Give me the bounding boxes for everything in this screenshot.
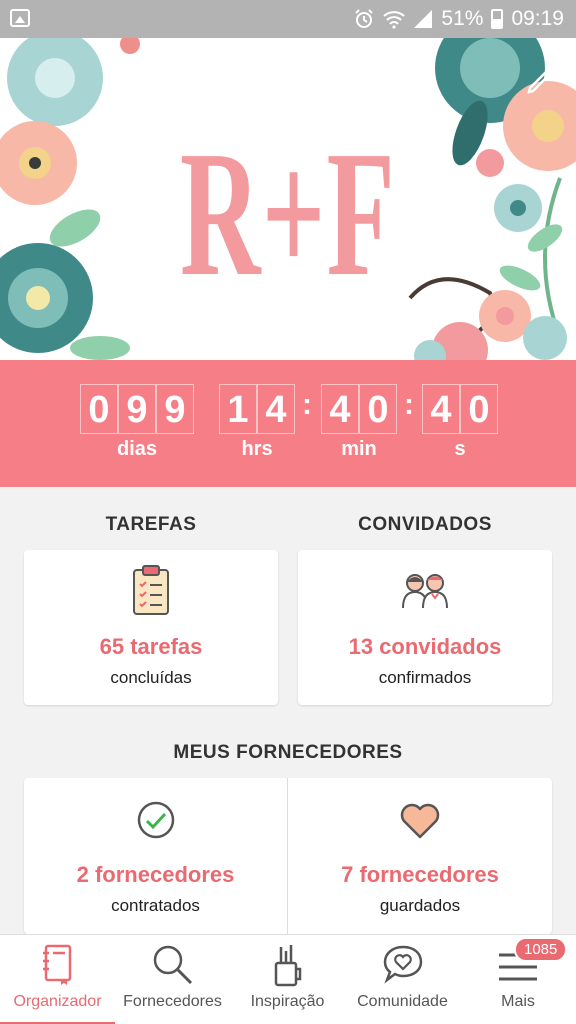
clipboard-checklist-icon	[133, 565, 169, 615]
wifi-icon	[383, 11, 406, 29]
countdown-digit: 4	[257, 384, 295, 434]
status-bar: 51% 09:19	[0, 0, 576, 38]
nav-label: Mais	[501, 993, 535, 1010]
battery-icon	[491, 9, 504, 29]
check-circle-icon	[137, 801, 174, 839]
nav-item-organizador[interactable]: Organizador	[0, 935, 115, 1024]
battery-percent: 51%	[441, 7, 484, 30]
countdown-digit: 9	[118, 384, 156, 434]
guests-status: confirmados	[378, 668, 472, 687]
nav-label: Organizador	[13, 993, 102, 1010]
guests-card-text: 13 convidados confirmados	[298, 634, 552, 688]
vendors-hired-panel[interactable]: 2 fornecedores contratados	[24, 778, 287, 934]
image-notification-icon	[10, 9, 30, 27]
nav-label: Inspiração	[250, 993, 325, 1010]
countdown-digit: 0	[359, 384, 397, 434]
nav-item-comunidade[interactable]: Comunidade	[345, 935, 460, 1024]
wedding-header-banner: R+F	[0, 38, 576, 360]
tasks-card-text: 65 tarefas concluídas	[24, 634, 278, 688]
vendors-saved-status: guardados	[379, 896, 461, 915]
countdown-digit: 0	[460, 384, 498, 434]
vendors-hired-count: 2 fornecedores	[76, 862, 235, 887]
countdown-digit: 4	[321, 384, 359, 434]
vendors-card: 2 fornecedores contratados 7 fornecedore…	[24, 778, 552, 934]
countdown-seconds: 4 0	[422, 384, 498, 434]
couple-monogram: R+F	[179, 114, 397, 313]
nav-label: Comunidade	[357, 993, 448, 1010]
vendors-saved-count: 7 fornecedores	[341, 862, 499, 887]
vendors-saved-panel[interactable]: 7 fornecedores guardados	[288, 778, 552, 934]
countdown-minutes: 4 0	[321, 384, 397, 434]
vendors-section-title: MEUS FORNECEDORES	[173, 742, 403, 763]
nav-item-fornecedores[interactable]: Fornecedores	[115, 935, 230, 1024]
countdown-hours: 1 4	[219, 384, 295, 434]
vendors-saved-text: 7 fornecedores guardados	[288, 862, 552, 916]
countdown-days: 0 9 9	[80, 384, 194, 434]
countdown-label-days: dias	[116, 438, 158, 460]
pencil-cup-icon	[274, 945, 301, 987]
tasks-card[interactable]: 65 tarefas concluídas	[24, 550, 278, 705]
countdown-digit: 1	[219, 384, 257, 434]
tasks-section-title: TAREFAS	[105, 514, 197, 535]
tasks-count: 65 tarefas	[99, 634, 203, 659]
clock: 09:19	[511, 7, 564, 30]
nav-label: Fornecedores	[123, 993, 222, 1010]
notification-badge: 1085	[514, 937, 568, 962]
guests-section-title: CONVIDADOS	[358, 514, 492, 535]
alarm-icon	[355, 9, 374, 28]
status-icons: 51% 09:19	[353, 6, 564, 32]
notebook-icon	[42, 944, 71, 985]
guests-card[interactable]: 13 convidados confirmados	[298, 550, 552, 705]
countdown-digit: 9	[156, 384, 194, 434]
countdown-separator: :	[302, 388, 312, 421]
countdown-digit: 0	[80, 384, 118, 434]
countdown-digit: 4	[422, 384, 460, 434]
edit-pencil-icon[interactable]	[525, 68, 553, 96]
search-icon	[153, 945, 192, 985]
heart-icon	[400, 803, 440, 839]
countdown-label-seconds: s	[454, 438, 466, 460]
wedding-countdown: 0 9 9 1 4 : 4 0 : 4 0 dias hrs min s	[0, 360, 576, 487]
vendors-hired-status: contratados	[111, 896, 200, 915]
guests-count: 13 convidados	[348, 634, 502, 659]
couple-icon	[402, 574, 448, 609]
tasks-status: concluídas	[110, 668, 192, 687]
countdown-separator: :	[404, 388, 414, 421]
countdown-label-minutes: min	[341, 438, 377, 460]
nav-item-inspiracao[interactable]: Inspiração	[230, 935, 345, 1024]
chat-heart-icon	[383, 945, 422, 984]
vendors-hired-text: 2 fornecedores contratados	[24, 862, 287, 916]
countdown-label-hours: hrs	[241, 438, 273, 460]
bottom-navigation: Organizador Fornecedores Inspiração Comu…	[0, 934, 576, 1024]
signal-icon	[414, 10, 433, 28]
